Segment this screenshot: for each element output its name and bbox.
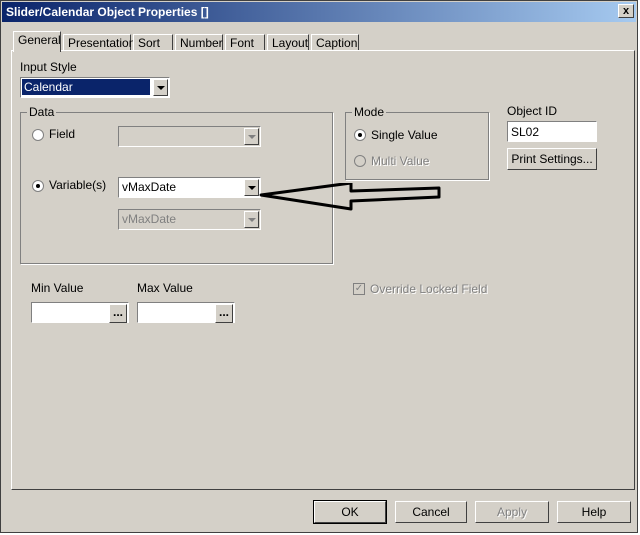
close-icon: x: [622, 5, 630, 17]
title-bar[interactable]: Slider/Calendar Object Properties [] x: [2, 2, 636, 22]
input-style-select[interactable]: Calendar: [20, 77, 170, 98]
print-settings-button[interactable]: Print Settings...: [507, 148, 597, 170]
max-value-input[interactable]: ...: [137, 302, 235, 323]
override-locked-label: Override Locked Field: [370, 282, 488, 296]
variables-radio-label: Variable(s): [49, 178, 107, 192]
apply-button[interactable]: Apply: [475, 501, 549, 523]
tab-caption[interactable]: Caption: [311, 34, 359, 51]
data-group-title: Data: [27, 105, 57, 119]
field-select[interactable]: [118, 126, 261, 147]
variable-1-dropdown-button[interactable]: [244, 179, 259, 196]
general-panel: Input Style Calendar Data Field Variable…: [11, 50, 635, 490]
ellipsis-icon: ...: [218, 305, 229, 319]
properties-dialog: Slider/Calendar Object Properties [] x G…: [0, 0, 638, 533]
override-locked-checkbox[interactable]: ✓: [353, 283, 365, 295]
input-style-label: Input Style: [20, 60, 77, 74]
object-id-input[interactable]: SL02: [507, 121, 597, 142]
field-dropdown-button[interactable]: [244, 128, 259, 145]
min-value-label: Min Value: [31, 281, 84, 295]
field-radio[interactable]: [32, 129, 44, 141]
max-value-label: Max Value: [137, 281, 193, 295]
min-value-browse-button[interactable]: ...: [109, 304, 127, 323]
window-title: Slider/Calendar Object Properties []: [6, 5, 209, 19]
single-value-radio[interactable]: [354, 129, 366, 141]
variable-2-value: vMaxDate: [122, 212, 177, 226]
check-icon: ✓: [354, 283, 364, 294]
cancel-button[interactable]: Cancel: [395, 501, 467, 523]
object-id-label: Object ID: [507, 104, 558, 118]
single-value-label: Single Value: [371, 128, 438, 142]
field-radio-label: Field: [49, 127, 76, 141]
chevron-down-icon: [157, 86, 165, 90]
variables-radio[interactable]: [32, 180, 44, 192]
variable-1-value: vMaxDate: [122, 180, 177, 194]
tab-general[interactable]: General: [13, 31, 61, 52]
tab-presentation[interactable]: Presentation: [63, 34, 135, 51]
variable-2-dropdown-button[interactable]: [244, 211, 259, 228]
mode-group: Mode Single Value Multi Value: [345, 105, 489, 180]
chevron-down-icon: [248, 135, 256, 139]
variable-select-2[interactable]: vMaxDate: [118, 209, 261, 230]
min-value-input[interactable]: ...: [31, 302, 129, 323]
tab-font[interactable]: Font: [225, 34, 265, 51]
annotation-arrow-icon: [259, 183, 441, 211]
max-value-browse-button[interactable]: ...: [215, 304, 233, 323]
ellipsis-icon: ...: [112, 305, 123, 319]
multi-value-label: Multi Value: [371, 154, 430, 168]
chevron-down-icon: [248, 218, 256, 222]
input-style-value: Calendar: [22, 79, 150, 95]
tab-number[interactable]: Number: [175, 34, 223, 51]
mode-group-title: Mode: [352, 105, 387, 119]
close-button[interactable]: x: [618, 4, 634, 18]
variable-select-1[interactable]: vMaxDate: [118, 177, 261, 198]
tab-layout[interactable]: Layout: [267, 34, 309, 51]
chevron-down-icon: [248, 186, 256, 190]
input-style-dropdown-button[interactable]: [153, 79, 168, 96]
tab-sort[interactable]: Sort: [133, 34, 173, 51]
help-button[interactable]: Help: [557, 501, 631, 523]
ok-button[interactable]: OK: [313, 500, 387, 524]
object-id-value: SL02: [511, 125, 540, 139]
multi-value-radio[interactable]: [354, 155, 366, 167]
